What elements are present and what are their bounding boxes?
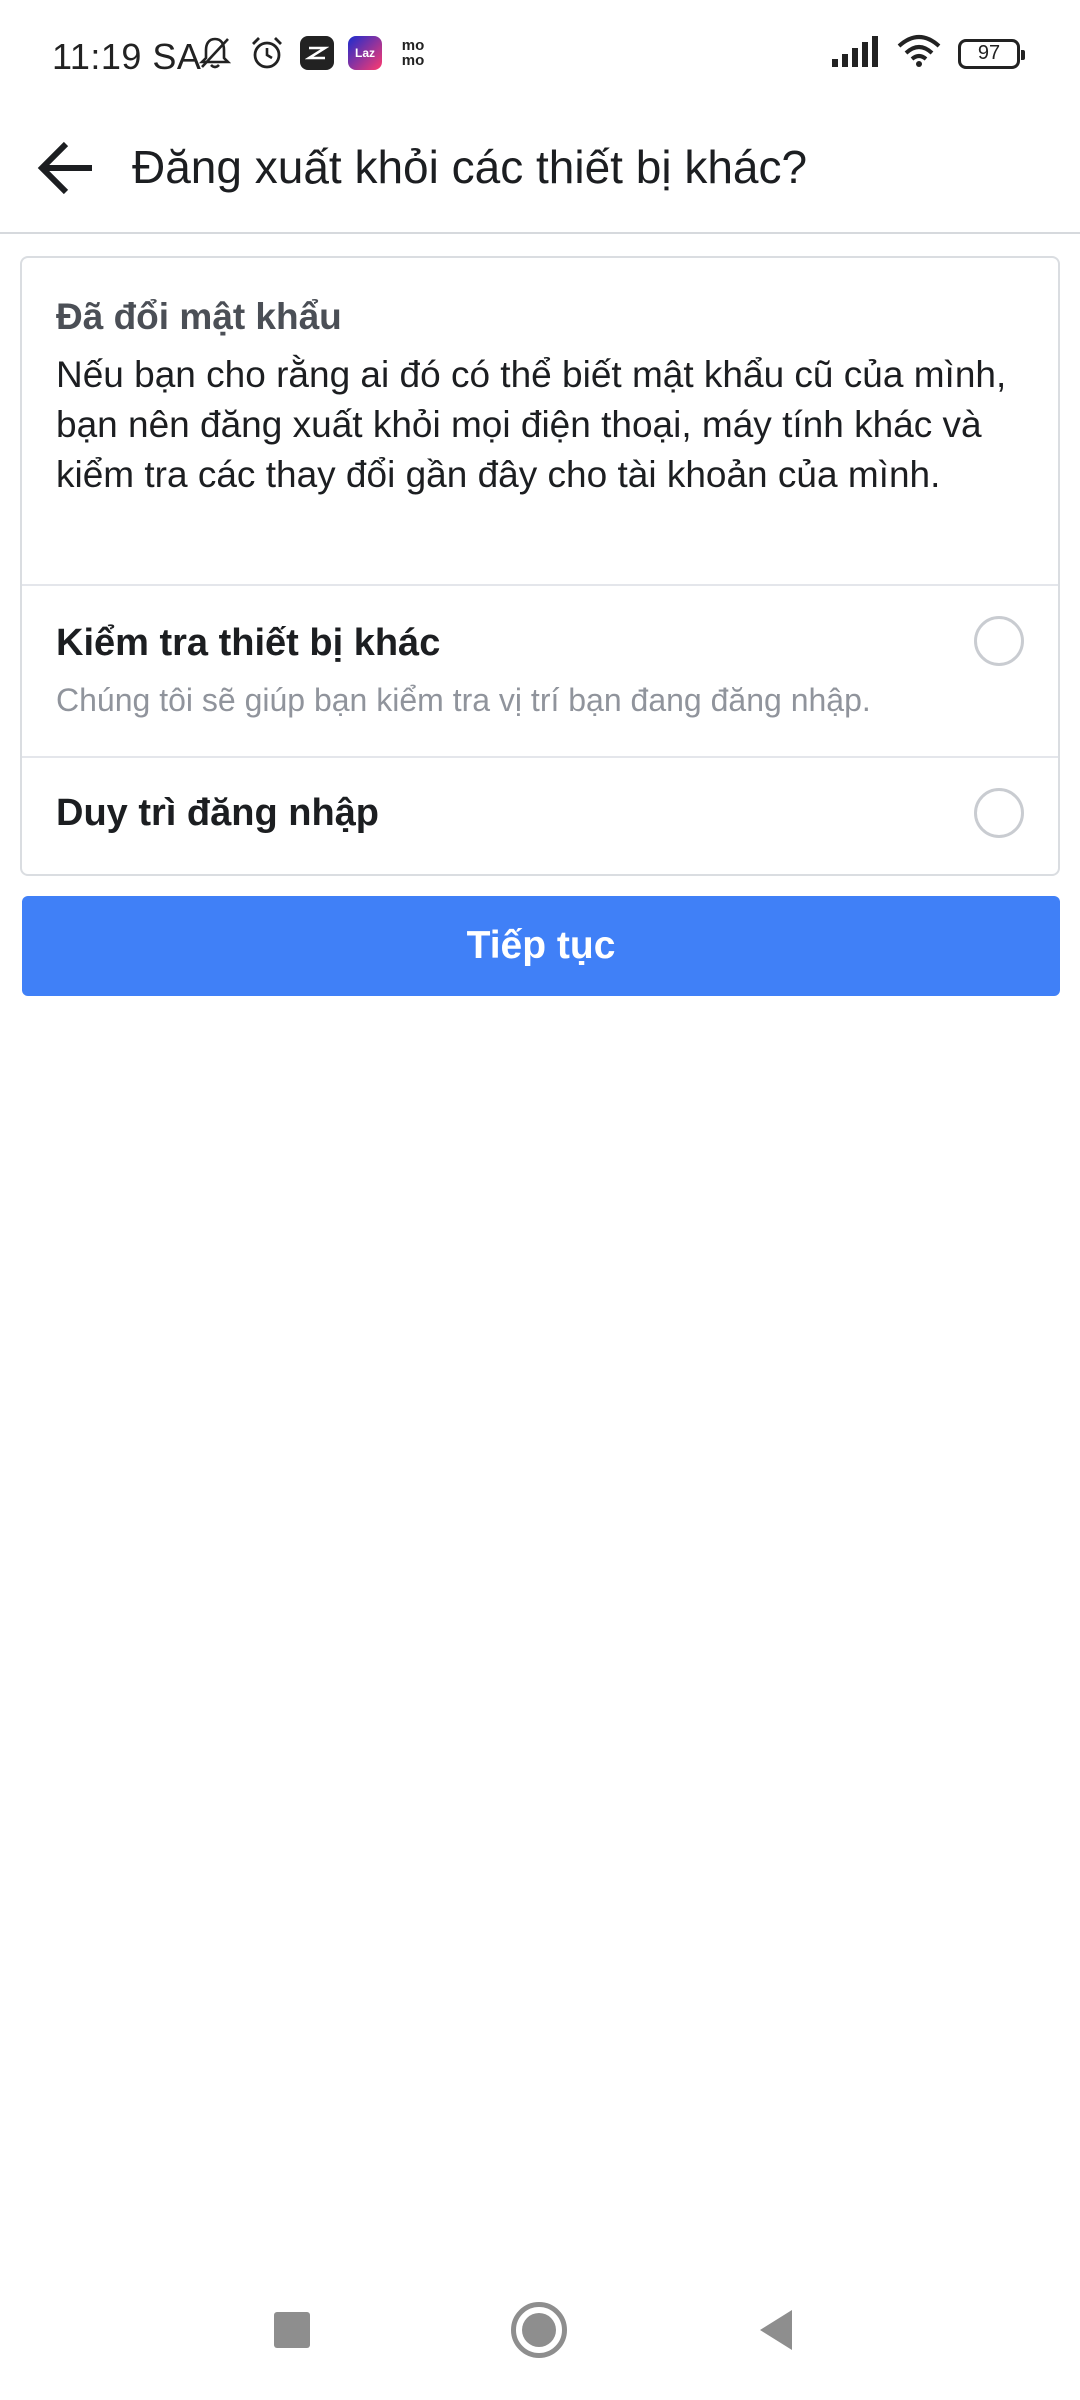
momo-app-icon: mo mo [396,36,430,70]
info-body: Nếu bạn cho rằng ai đó có thể biết mật k… [56,354,1007,495]
battery-icon: 97 [958,38,1025,69]
capcut-app-icon [300,36,334,70]
system-nav-bar [0,2290,1080,2380]
radio-button[interactable] [974,788,1024,838]
password-changed-info: Đã đổi mật khẩu Nếu bạn cho rằng ai đó c… [22,258,1058,586]
header: Đăng xuất khỏi các thiết bị khác? [0,110,1080,234]
status-system-icons: 97 [830,34,1025,73]
option-description: Chúng tôi sẽ giúp bạn kiểm tra vị trí bạ… [56,682,871,718]
wifi-icon [896,34,942,73]
momo-label-line2: mo [401,52,425,69]
option-stay-logged-in[interactable]: Duy trì đăng nhập [22,758,1058,874]
momo-label-line1: mo [401,37,425,54]
page-title: Đăng xuất khỏi các thiết bị khác? [132,141,808,193]
continue-button[interactable]: Tiếp tục [22,896,1060,996]
back-nav-icon[interactable] [760,2310,792,2350]
screen: 11:19 SA Laz mo mo 97 Đăng xuất khỏi các… [0,0,1080,2400]
alarm-clock-icon [248,34,286,72]
option-check-other-devices[interactable]: Kiểm tra thiết bị khác Chúng tôi sẽ giúp… [22,586,1058,758]
info-heading: Đã đổi mật khẩu [56,296,342,337]
status-time: 11:19 SA [52,36,202,77]
logout-options-card: Đã đổi mật khẩu Nếu bạn cho rằng ai đó c… [20,256,1060,876]
signal-icon [830,35,880,72]
lazada-app-icon: Laz [348,36,382,70]
bell-muted-icon [196,34,234,72]
recent-apps-icon[interactable] [274,2312,310,2348]
option-title: Duy trì đăng nhập [56,792,379,834]
status-notification-icons: Laz mo mo [196,34,430,72]
home-icon[interactable] [511,2302,567,2358]
back-button[interactable] [28,132,104,208]
status-bar: 11:19 SA Laz mo mo 97 [0,0,1080,110]
arrow-left-icon [36,140,96,201]
option-title: Kiểm tra thiết bị khác [56,622,441,664]
radio-button[interactable] [974,616,1024,666]
